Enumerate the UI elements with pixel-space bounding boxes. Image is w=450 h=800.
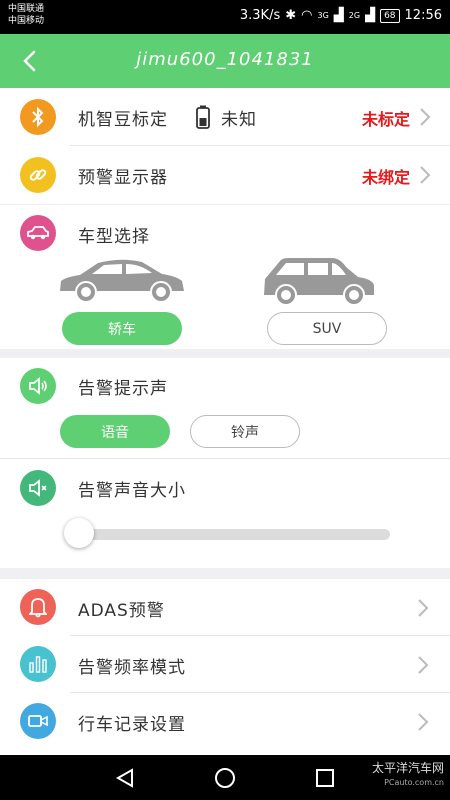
calibration-row[interactable]: 机智豆标定 未知 未标定 — [0, 88, 450, 146]
settings-content: 机智豆标定 未知 未标定 预警显示器 未绑定 车型选择 轿车 SUV 告警提示声… — [0, 88, 450, 755]
watermark-line2: PCauto.com.cn — [384, 778, 444, 787]
chevron-right-icon — [420, 166, 431, 184]
carrier-info: 中国联通 中国移动 — [8, 3, 44, 27]
device-battery-icon — [196, 105, 210, 129]
status-bar: 中国联通 中国移动 3.3K/s ✱ ◠ 3G ▟ 2G ▟ 68 12:56 — [0, 0, 450, 34]
chevron-right-icon — [418, 713, 429, 731]
suv-image[interactable] — [262, 255, 376, 307]
adas-warning-row[interactable]: ADAS预警 — [0, 579, 450, 636]
binding-status: 未绑定 — [362, 168, 411, 187]
warning-display-label: 预警显示器 — [78, 168, 168, 188]
calibration-status: 未标定 — [362, 110, 411, 129]
wifi-icon: ◠ — [301, 8, 313, 23]
carrier-1: 中国联通 — [8, 4, 45, 14]
signal-3g: 3G — [317, 11, 329, 20]
signal-2g: 2G — [348, 11, 361, 20]
voice-option-button[interactable]: 语音 — [60, 415, 170, 448]
car-icon — [20, 215, 56, 251]
clock: 12:56 — [404, 8, 442, 23]
nav-recents-icon[interactable] — [314, 767, 336, 789]
page-title: jimu600_1041831 — [136, 49, 314, 70]
app-header: jimu600_1041831 — [0, 34, 450, 88]
car-type-section: 车型选择 轿车 SUV — [0, 205, 450, 349]
nav-home-icon[interactable] — [214, 767, 236, 789]
network-speed: 3.3K/s — [239, 8, 281, 23]
battery-status-text: 未知 — [221, 110, 257, 130]
alarm-frequency-row[interactable]: 告警频率模式 — [0, 636, 450, 693]
volume-label: 告警声音大小 — [78, 481, 186, 501]
volume-slider-thumb[interactable] — [64, 518, 94, 548]
watermark: 太平洋汽车网 PCauto.com.cn — [372, 762, 444, 789]
chevron-right-icon — [420, 108, 431, 126]
camera-icon — [20, 703, 56, 739]
alarm-frequency-label: 告警频率模式 — [78, 658, 186, 678]
alarm-sound-label: 告警提示声 — [78, 379, 168, 399]
chevron-right-icon — [418, 599, 429, 617]
watermark-line1: 太平洋汽车网 — [371, 761, 444, 775]
sedan-image[interactable] — [58, 257, 186, 305]
bars-icon — [20, 646, 56, 682]
volume-section: 告警声音大小 — [0, 459, 450, 568]
adas-warning-label: ADAS预警 — [78, 601, 165, 621]
car-type-label: 车型选择 — [78, 227, 150, 247]
signal-icon-2: ▟ — [365, 8, 376, 23]
link-icon — [20, 157, 56, 193]
sedan-option-button[interactable]: 轿车 — [62, 312, 182, 345]
bluetooth-status-icon: ✱ — [285, 8, 297, 23]
system-nav-bar: 太平洋汽车网 PCauto.com.cn — [0, 755, 450, 800]
speaker-icon — [20, 368, 56, 404]
carrier-2: 中国移动 — [8, 16, 45, 26]
warning-display-row[interactable]: 预警显示器 未绑定 — [0, 146, 450, 204]
volume-icon — [20, 470, 56, 506]
nav-back-icon[interactable] — [114, 767, 136, 789]
ringtone-option-button[interactable]: 铃声 — [190, 415, 300, 448]
battery-indicator: 68 — [380, 8, 400, 23]
signal-icon: ▟ — [333, 8, 344, 23]
chevron-right-icon — [418, 656, 429, 674]
bell-icon — [20, 589, 56, 625]
volume-slider-track[interactable] — [78, 529, 390, 540]
alarm-sound-section: 告警提示声 语音 铃声 — [0, 358, 450, 459]
driving-record-label: 行车记录设置 — [78, 715, 186, 735]
bluetooth-icon — [20, 99, 56, 135]
suv-option-button[interactable]: SUV — [267, 312, 387, 345]
status-right: 3.3K/s ✱ ◠ 3G ▟ 2G ▟ 68 12:56 — [240, 8, 442, 23]
driving-record-row[interactable]: 行车记录设置 — [0, 693, 450, 755]
calibration-label: 机智豆标定 — [78, 110, 168, 130]
